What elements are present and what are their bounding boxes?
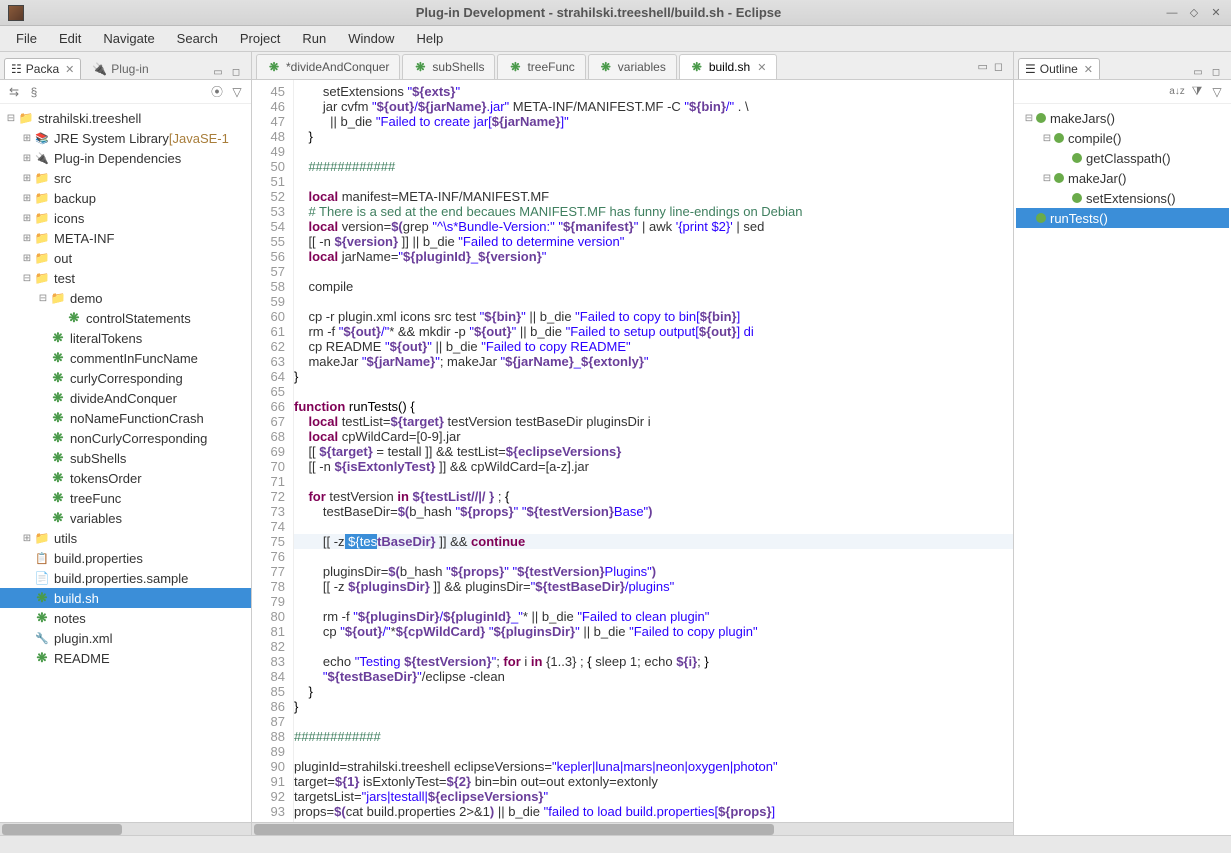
tree-item-build-properties-sample[interactable]: build.properties.sample	[0, 568, 251, 588]
tree-item-plugin-xml[interactable]: plugin.xml	[0, 628, 251, 648]
editor-tab-build-sh[interactable]: ❋build.sh✕	[679, 54, 778, 79]
view-menu-icon[interactable]: ▽	[229, 84, 245, 100]
maximize-icon[interactable]: ◇	[1187, 6, 1201, 20]
script-icon: ❋	[413, 60, 427, 74]
package-icon: ☷	[11, 62, 22, 76]
focus-icon[interactable]: ⦿	[209, 84, 225, 100]
outline-item-getclasspath[interactable]: getClasspath()	[1016, 148, 1229, 168]
line-gutter: 4546474849505152535455565758596061626364…	[252, 80, 294, 822]
tree-item-curlycorresponding[interactable]: curlyCorresponding	[0, 368, 251, 388]
tab-outline[interactable]: ☰ Outline ✕	[1018, 58, 1100, 79]
maximize-view-icon[interactable]: ◻	[1209, 65, 1223, 79]
tree-item-variables[interactable]: variables	[0, 508, 251, 528]
tree-item-demo[interactable]: ⊟demo	[0, 288, 251, 308]
titlebar: Plug-in Development - strahilski.treeshe…	[0, 0, 1231, 26]
menu-file[interactable]: File	[6, 28, 47, 49]
tree-item-readme[interactable]: README	[0, 648, 251, 668]
tree-item-nonamefunctioncrash[interactable]: noNameFunctionCrash	[0, 408, 251, 428]
maximize-view-icon[interactable]: ◻	[229, 65, 243, 79]
tree-item-jre-system-library[interactable]: ⊞JRE System Library [JavaSE-1	[0, 128, 251, 148]
tree-item-src[interactable]: ⊞src	[0, 168, 251, 188]
maximize-editor-icon[interactable]: ◻	[994, 60, 1003, 73]
minimize-view-icon[interactable]: ▭	[1191, 65, 1205, 79]
tree-item-utils[interactable]: ⊞utils	[0, 528, 251, 548]
plugin-icon: 🔌	[92, 62, 107, 76]
editor-hscrollbar[interactable]	[252, 822, 1013, 835]
script-icon: ❋	[599, 60, 613, 74]
sort-az-icon[interactable]: a↓z	[1169, 84, 1185, 100]
editor-tab-variables[interactable]: ❋variables	[588, 54, 677, 79]
tree-item-build-properties[interactable]: build.properties	[0, 548, 251, 568]
menu-help[interactable]: Help	[406, 28, 453, 49]
menu-project[interactable]: Project	[230, 28, 290, 49]
editor-area: ❋*divideAndConquer❋subShells❋treeFunc❋va…	[252, 52, 1013, 835]
tree-item-out[interactable]: ⊞out	[0, 248, 251, 268]
filter-icon[interactable]: ⧩	[1189, 84, 1205, 100]
outline-item-compile[interactable]: ⊟compile()	[1016, 128, 1229, 148]
tree-item-literaltokens[interactable]: literalTokens	[0, 328, 251, 348]
minimize-view-icon[interactable]: ▭	[211, 65, 225, 79]
minimize-editor-icon[interactable]: ▭	[977, 60, 987, 73]
tree-item-plug-in-dependencies[interactable]: ⊞Plug-in Dependencies	[0, 148, 251, 168]
project-tree[interactable]: ⊟strahilski.treeshell⊞JRE System Library…	[0, 104, 251, 822]
code-content[interactable]: setExtensions "${exts}" jar cvfm "${out}…	[294, 80, 1013, 822]
window-title: Plug-in Development - strahilski.treeshe…	[32, 5, 1165, 20]
outline-item-makejar[interactable]: ⊟makeJar()	[1016, 168, 1229, 188]
menu-search[interactable]: Search	[167, 28, 228, 49]
close-icon[interactable]: ✕	[757, 61, 766, 74]
script-icon: ❋	[267, 60, 281, 74]
tree-hscrollbar[interactable]	[0, 822, 251, 835]
tree-item-subshells[interactable]: subShells	[0, 448, 251, 468]
tree-item-divideandconquer[interactable]: divideAndConquer	[0, 388, 251, 408]
tree-item-backup[interactable]: ⊞backup	[0, 188, 251, 208]
tree-item-strahilski-treeshell[interactable]: ⊟strahilski.treeshell	[0, 108, 251, 128]
tree-item-controlstatements[interactable]: controlStatements	[0, 308, 251, 328]
statusbar	[0, 835, 1231, 853]
tab-plugin[interactable]: 🔌 Plug-in	[85, 58, 155, 79]
tree-item-notes[interactable]: notes	[0, 608, 251, 628]
editor-tab--divideandconquer[interactable]: ❋*divideAndConquer	[256, 54, 400, 79]
collapse-all-icon[interactable]: ⇆	[6, 84, 22, 100]
tree-item-test[interactable]: ⊟test	[0, 268, 251, 288]
menubar: File Edit Navigate Search Project Run Wi…	[0, 26, 1231, 52]
menu-edit[interactable]: Edit	[49, 28, 91, 49]
editor-tabs: ❋*divideAndConquer❋subShells❋treeFunc❋va…	[252, 52, 1013, 80]
editor-tab-subshells[interactable]: ❋subShells	[402, 54, 495, 79]
script-icon: ❋	[690, 60, 704, 74]
view-menu-icon[interactable]: ▽	[1209, 84, 1225, 100]
close-icon[interactable]: ✕	[65, 63, 74, 76]
tree-item-icons[interactable]: ⊞icons	[0, 208, 251, 228]
menu-run[interactable]: Run	[292, 28, 336, 49]
tree-item-build-sh[interactable]: build.sh	[0, 588, 251, 608]
tree-item-treefunc[interactable]: treeFunc	[0, 488, 251, 508]
tab-package-explorer[interactable]: ☷ Packa ✕	[4, 58, 81, 79]
outline-item-makejars[interactable]: ⊟makeJars()	[1016, 108, 1229, 128]
app-icon	[8, 5, 24, 21]
script-icon: ❋	[508, 60, 522, 74]
close-icon[interactable]: ✕	[1084, 63, 1093, 76]
outline-panel: ☰ Outline ✕ ▭ ◻ a↓z ⧩ ▽ ⊟makeJars()⊟comp…	[1013, 52, 1231, 835]
tree-item-meta-inf[interactable]: ⊞META-INF	[0, 228, 251, 248]
close-icon[interactable]: ✕	[1209, 6, 1223, 20]
outline-item-setextensions[interactable]: setExtensions()	[1016, 188, 1229, 208]
tree-item-commentinfuncname[interactable]: commentInFuncName	[0, 348, 251, 368]
editor-tab-treefunc[interactable]: ❋treeFunc	[497, 54, 585, 79]
code-editor[interactable]: 4546474849505152535455565758596061626364…	[252, 80, 1013, 822]
tree-item-noncurlycorresponding[interactable]: nonCurlyCorresponding	[0, 428, 251, 448]
minimize-icon[interactable]: —	[1165, 6, 1179, 20]
outline-icon: ☰	[1025, 62, 1036, 76]
package-explorer-panel: ☷ Packa ✕ 🔌 Plug-in ▭ ◻ ⇆ § ⦿ ▽ ⊟strahil…	[0, 52, 252, 835]
menu-navigate[interactable]: Navigate	[93, 28, 164, 49]
outline-item-runtests[interactable]: runTests()	[1016, 208, 1229, 228]
tree-item-tokensorder[interactable]: tokensOrder	[0, 468, 251, 488]
menu-window[interactable]: Window	[338, 28, 404, 49]
outline-tree[interactable]: ⊟makeJars()⊟compile()getClasspath()⊟make…	[1014, 104, 1231, 835]
link-editor-icon[interactable]: §	[26, 84, 42, 100]
